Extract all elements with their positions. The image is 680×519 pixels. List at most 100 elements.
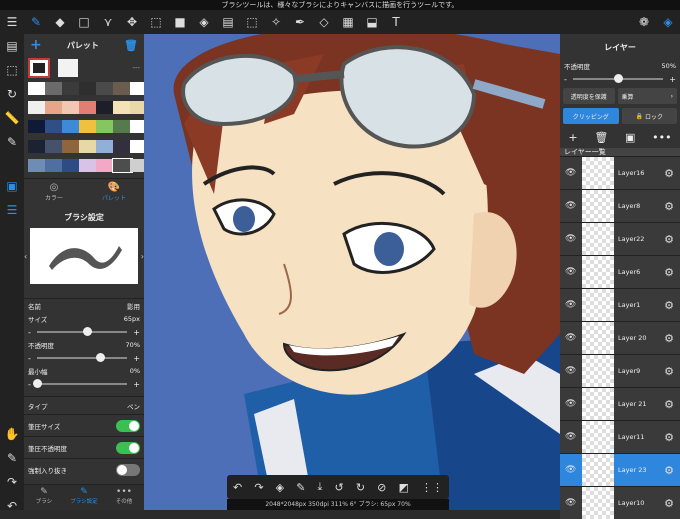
gear-icon[interactable]: ⚙	[664, 299, 674, 312]
gear-icon[interactable]: ⚙	[664, 365, 674, 378]
protect-alpha-button[interactable]: 透明度を保護	[563, 88, 615, 104]
layer-row[interactable]: 👁 Layer11 ⚙	[560, 420, 680, 453]
materials-icon[interactable]: ❁	[632, 10, 656, 34]
min-knob[interactable]	[32, 379, 42, 388]
palette-more[interactable]: ---	[132, 64, 140, 72]
eye-icon[interactable]: 👁	[565, 168, 576, 178]
tab-palette[interactable]: 🎨 パレット	[84, 179, 144, 206]
size-slider[interactable]	[36, 327, 128, 336]
redo-icon[interactable]: ↷	[254, 481, 263, 494]
current-color-swatch[interactable]	[28, 58, 50, 78]
menu-icon[interactable]: ☰	[0, 10, 24, 34]
color-panel-icon[interactable]: ▣	[0, 174, 24, 198]
layer-row[interactable]: 👁 Layer6 ⚙	[560, 255, 680, 288]
opacity-minus[interactable]: -	[28, 354, 31, 363]
layer-row[interactable]: 👁 Layer10 ⚙	[560, 486, 680, 519]
rotate-left-icon[interactable]: ↺	[335, 481, 344, 494]
grid-icon[interactable]: ⋮⋮	[421, 481, 443, 494]
gear-icon[interactable]: ⚙	[664, 332, 674, 345]
size-plus[interactable]: +	[133, 328, 140, 337]
brush-name-row[interactable]: 名前 影用	[24, 298, 144, 312]
add-layer-icon[interactable]: +	[568, 131, 577, 144]
undo-icon[interactable]: ↶	[0, 494, 24, 518]
brush-tool-icon[interactable]: ✎	[24, 10, 48, 34]
layer-opacity-knob[interactable]	[614, 74, 624, 83]
gear-icon[interactable]: ⚙	[664, 167, 674, 180]
tab-color[interactable]: ◎ カラー	[24, 179, 84, 206]
magic-wand-icon[interactable]: ✧	[264, 10, 288, 34]
eye-icon[interactable]: 👁	[565, 333, 576, 343]
layer-row[interactable]: 👁 Layer16 ⚙	[560, 156, 680, 189]
force-start-end-toggle[interactable]	[116, 463, 140, 476]
fill-color-icon[interactable]: ■	[168, 10, 192, 34]
bucket-tool-icon[interactable]: ◈	[192, 10, 216, 34]
gear-icon[interactable]: ⚙	[664, 398, 674, 411]
frame-tool-icon[interactable]: ▦	[336, 10, 360, 34]
min-minus[interactable]: -	[28, 380, 31, 389]
gear-icon[interactable]: ⚙	[664, 233, 674, 246]
layer-row[interactable]: 👁 Layer9 ⚙	[560, 354, 680, 387]
layer-row[interactable]: 👁 Layer 20 ⚙	[560, 321, 680, 354]
lock-button[interactable]: 🔒 ロック	[621, 108, 677, 124]
eye-icon[interactable]: 👁	[565, 201, 576, 211]
background-color-swatch[interactable]	[58, 59, 78, 77]
flip-icon[interactable]: ◩	[398, 481, 408, 494]
gear-icon[interactable]: ⚙	[664, 497, 674, 510]
opacity-plus[interactable]: +	[133, 354, 140, 363]
layer-row[interactable]: 👁 Layer8 ⚙	[560, 189, 680, 222]
delete-layer-icon[interactable]: 🗑	[594, 131, 608, 144]
undo-icon[interactable]: ↶	[233, 481, 242, 494]
footer-brush-tab[interactable]: ✎ ブラシ	[24, 485, 64, 510]
gradient-tool-icon[interactable]: ▤	[216, 10, 240, 34]
rectangle-tool-icon[interactable]: □	[72, 10, 96, 34]
layer-row[interactable]: 👁 Layer1 ⚙	[560, 288, 680, 321]
rotate-icon[interactable]: ↻	[0, 82, 24, 106]
hand-icon[interactable]: ✋	[0, 422, 24, 446]
eye-icon[interactable]: 👁	[565, 498, 576, 508]
select-eraser-icon[interactable]: ◇	[312, 10, 336, 34]
size-minus[interactable]: -	[28, 328, 31, 337]
pen-icon[interactable]: ✎	[0, 446, 24, 470]
layer-row[interactable]: 👁 Layer 23 ⚙	[560, 453, 680, 486]
clipping-button[interactable]: クリッピング	[563, 108, 619, 124]
opacity-knob[interactable]	[96, 353, 106, 362]
gear-icon[interactable]: ⚙	[664, 200, 674, 213]
brush-panel-icon[interactable]: ☰	[0, 198, 24, 222]
eraser-tool-icon[interactable]: ◆	[48, 10, 72, 34]
eye-icon[interactable]: 👁	[565, 432, 576, 442]
layer-more-icon[interactable]: •••	[652, 131, 671, 144]
footer-other-tab[interactable]: ••• その他	[104, 485, 144, 510]
pressure-size-toggle[interactable]	[116, 419, 140, 432]
eye-icon[interactable]: 👁	[565, 267, 576, 277]
gear-icon[interactable]: ⚙	[664, 464, 674, 477]
reset-icon[interactable]: ⊘	[377, 481, 386, 494]
text-tool-icon[interactable]: T	[384, 10, 408, 34]
redo-icon[interactable]: ↷	[0, 470, 24, 494]
min-plus[interactable]: +	[133, 380, 140, 389]
layers-toggle-icon[interactable]: ◈	[656, 10, 680, 34]
move-tool-icon[interactable]: ✥	[120, 10, 144, 34]
pages-icon[interactable]: ▤	[0, 34, 24, 58]
selection-tool-icon[interactable]: ⬚	[240, 10, 264, 34]
select-pen-icon[interactable]: ✒	[288, 10, 312, 34]
ruler-icon[interactable]: 📏	[0, 106, 24, 130]
pressure-opacity-toggle[interactable]	[116, 441, 140, 454]
select-icon[interactable]: ⬚	[0, 58, 24, 82]
footer-brush-settings-tab[interactable]: ✎ ブラシ設定	[64, 485, 104, 510]
layer-opacity-plus[interactable]: +	[669, 75, 676, 84]
gear-icon[interactable]: ⚙	[664, 431, 674, 444]
rotate-right-icon[interactable]: ↻	[356, 481, 365, 494]
add-icon[interactable]: +	[30, 37, 42, 53]
blend-mode-button[interactable]: 乗算 ›	[617, 88, 677, 104]
layer-row[interactable]: 👁 Layer 21 ⚙	[560, 387, 680, 420]
fill-icon[interactable]: ◈	[276, 481, 284, 494]
eye-icon[interactable]: 👁	[565, 465, 576, 475]
opacity-slider[interactable]	[36, 353, 128, 362]
prev-brush-icon[interactable]: ‹	[24, 252, 27, 261]
eye-icon[interactable]: 👁	[565, 234, 576, 244]
transform-tool-icon[interactable]: ⬚	[144, 10, 168, 34]
image-layer-icon[interactable]: ▣	[625, 131, 635, 144]
fill-select-icon[interactable]: ⬓	[360, 10, 384, 34]
dropper-icon[interactable]: ✎	[296, 481, 305, 494]
gear-icon[interactable]: ⚙	[664, 266, 674, 279]
